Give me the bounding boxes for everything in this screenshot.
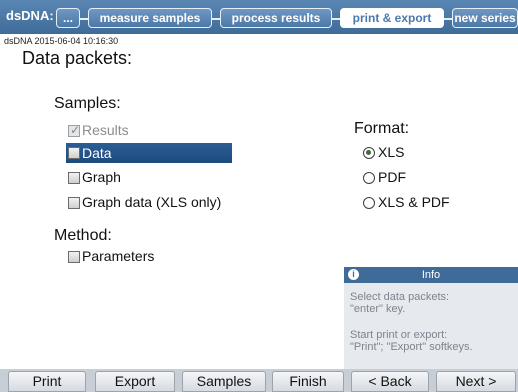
graph-label[interactable]: Graph xyxy=(82,169,121,185)
xls-label[interactable]: XLS xyxy=(378,144,404,160)
page-title: Data packets: xyxy=(22,48,133,68)
graph-data-label[interactable]: Graph data (XLS only) xyxy=(82,194,221,210)
tab-connector xyxy=(332,18,340,20)
parameters-checkbox[interactable] xyxy=(68,251,80,263)
info-line-4: "Print"; "Export" softkeys. xyxy=(350,341,473,353)
back-softkey[interactable]: < Back xyxy=(351,371,429,392)
pdf-radio[interactable] xyxy=(363,172,375,184)
tab-measure-samples[interactable]: measure samples xyxy=(88,8,212,28)
pdf-label[interactable]: PDF xyxy=(378,169,406,185)
xls-radio[interactable] xyxy=(363,147,375,159)
results-label: Results xyxy=(82,122,129,138)
tab-connector xyxy=(212,18,220,20)
xls-pdf-radio[interactable] xyxy=(363,197,375,209)
data-checkbox[interactable] xyxy=(68,147,80,159)
parameters-label[interactable]: Parameters xyxy=(82,248,154,264)
samples-softkey[interactable]: Samples xyxy=(182,371,266,392)
info-title: Info xyxy=(421,269,441,281)
data-label[interactable]: Data xyxy=(82,145,112,161)
tab-print-export[interactable]: print & export xyxy=(340,8,444,28)
app-title: dsDNA: xyxy=(6,8,54,23)
tab-previous[interactable]: ... xyxy=(56,8,80,28)
info-panel: i Info Select data packets: "enter" key.… xyxy=(344,267,518,369)
top-header: dsDNA: ... measure samples process resul… xyxy=(0,0,518,34)
format-title: Format: xyxy=(354,120,410,137)
info-header: i Info xyxy=(344,267,518,283)
info-icon: i xyxy=(348,269,359,280)
tab-connector xyxy=(80,18,88,20)
next-softkey[interactable]: Next > xyxy=(436,371,516,392)
tab-connector xyxy=(444,18,452,20)
tab-process-results[interactable]: process results xyxy=(220,8,332,28)
info-line-3: Start print or export: xyxy=(350,329,448,341)
checkmark-icon: ✓ xyxy=(70,123,81,137)
radio-selected-dot xyxy=(366,150,371,155)
run-info: dsDNA 2015-06-04 10:16:30 xyxy=(4,36,119,46)
tab-new-series[interactable]: new series xyxy=(452,8,518,28)
xls-pdf-label[interactable]: XLS & PDF xyxy=(378,194,450,210)
info-line-1: Select data packets: xyxy=(350,291,450,303)
export-softkey[interactable]: Export xyxy=(95,371,175,392)
print-softkey[interactable]: Print xyxy=(8,371,86,392)
samples-title: Samples: xyxy=(54,95,121,112)
info-line-2: "enter" key. xyxy=(350,303,406,315)
method-title: Method: xyxy=(54,227,112,244)
finish-softkey[interactable]: Finish xyxy=(272,371,344,392)
graph-data-checkbox[interactable] xyxy=(68,197,80,209)
results-checkbox: ✓ xyxy=(68,123,81,137)
graph-checkbox[interactable] xyxy=(68,172,80,184)
